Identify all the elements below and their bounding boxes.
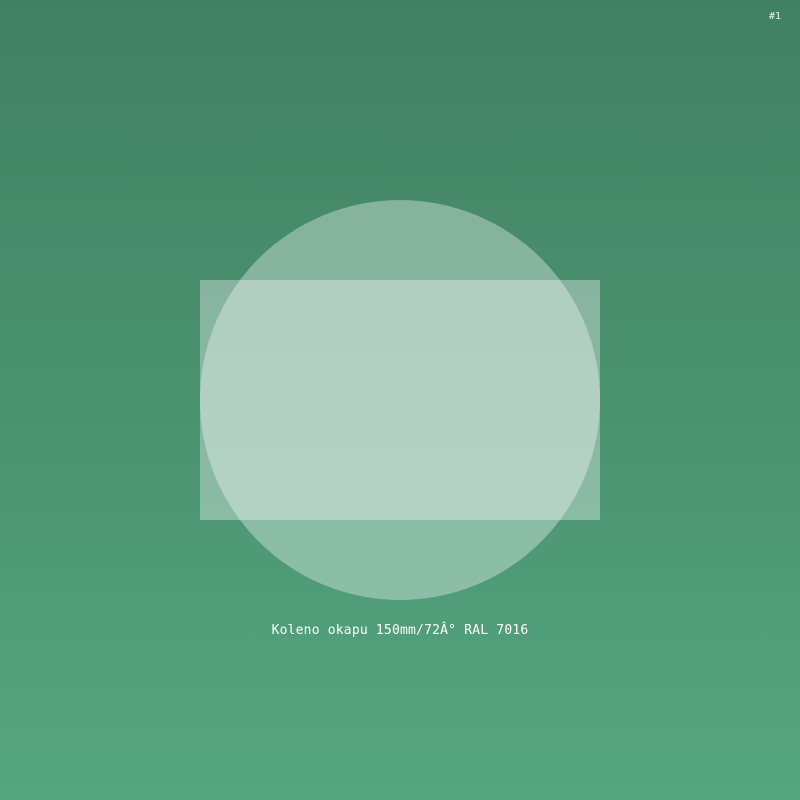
placeholder-rectangle <box>200 280 600 520</box>
placeholder-image <box>200 200 600 600</box>
image-index-badge: #1 <box>768 11 781 22</box>
product-caption: Koleno okapu 150mm/72Â° RAL 7016 <box>271 623 529 638</box>
